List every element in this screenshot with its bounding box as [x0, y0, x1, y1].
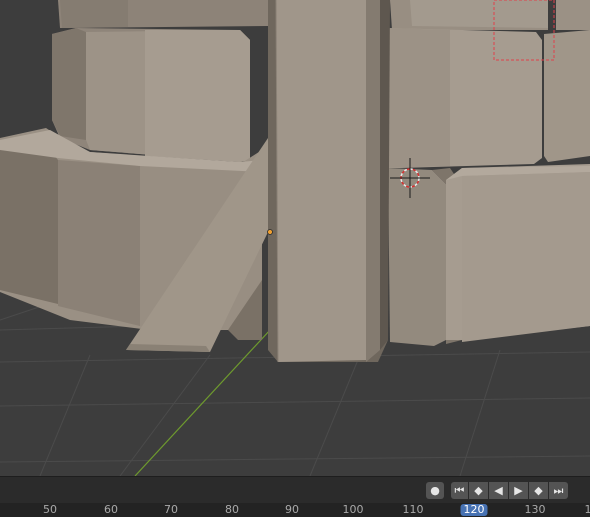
- play-icon: ▶: [514, 484, 522, 497]
- record-dot-icon: ●: [430, 484, 440, 497]
- mesh-middle-ring-left: [52, 28, 250, 162]
- prev-keyframe-icon: ◆: [474, 484, 482, 497]
- jump-to-start-button[interactable]: ⏮: [451, 482, 468, 499]
- frame-tick: 80: [225, 504, 239, 516]
- mesh-central-pillar: [268, 0, 390, 362]
- play-button[interactable]: ▶: [509, 482, 528, 499]
- play-reverse-button[interactable]: ◀: [489, 482, 508, 499]
- next-keyframe-button[interactable]: ◆: [529, 482, 548, 499]
- frame-tick: 110: [403, 504, 424, 516]
- object-origin-icon: [268, 230, 273, 235]
- prev-keyframe-button[interactable]: ◆: [469, 482, 488, 499]
- mesh-middle-ring-right: [388, 28, 590, 168]
- mesh-lower-ring-right: [388, 164, 590, 346]
- play-reverse-icon: ◀: [494, 484, 502, 497]
- timeline-editor: ● ⏮ ◆ ◀ ▶ ◆ ⏭ 50 60 70 80 90 100 110 120…: [0, 476, 590, 517]
- current-frame-indicator[interactable]: 120: [461, 504, 488, 516]
- jump-start-icon: ⏮: [455, 484, 465, 498]
- 3d-viewport[interactable]: [0, 0, 590, 476]
- timeline-header: ● ⏮ ◆ ◀ ▶ ◆ ⏭: [0, 477, 590, 503]
- frame-ruler[interactable]: 50 60 70 80 90 100 110 120 130 1: [0, 503, 590, 517]
- auto-keying-button[interactable]: ●: [426, 482, 444, 499]
- frame-tick: 90: [285, 504, 299, 516]
- frame-tick: 1: [585, 504, 590, 516]
- jump-end-icon: ⏭: [554, 484, 564, 498]
- jump-to-end-button[interactable]: ⏭: [549, 482, 568, 499]
- frame-tick: 70: [164, 504, 178, 516]
- frame-tick: 100: [343, 504, 364, 516]
- frame-tick: 50: [43, 504, 57, 516]
- next-keyframe-icon: ◆: [534, 484, 542, 497]
- frame-tick: 130: [525, 504, 546, 516]
- frame-tick: 60: [104, 504, 118, 516]
- viewport-scene: [0, 0, 590, 476]
